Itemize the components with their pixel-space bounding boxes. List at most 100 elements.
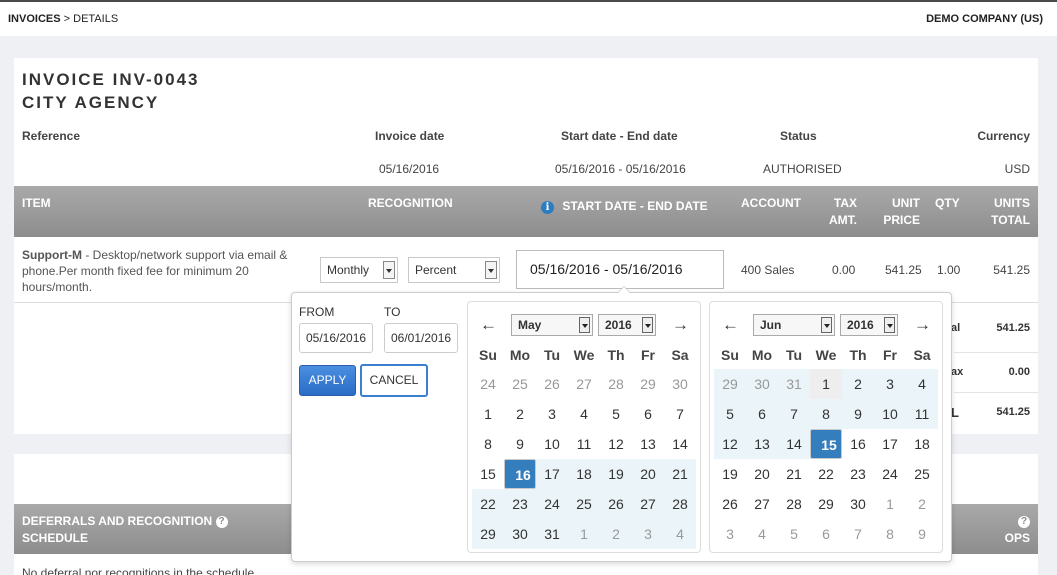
calendar-day[interactable]: 26 (536, 369, 568, 399)
calendar-day[interactable]: 22 (810, 459, 842, 489)
calendar-day[interactable]: 31 (536, 519, 568, 549)
calendar-day[interactable]: 10 (536, 429, 568, 459)
calendar-day[interactable]: 11 (568, 429, 600, 459)
calendar-day[interactable]: 9 (906, 519, 938, 549)
calendar-day[interactable]: 15 (810, 429, 842, 459)
calendar-day[interactable]: 27 (568, 369, 600, 399)
next-month-arrow-icon[interactable]: → (672, 314, 689, 336)
calendar-day[interactable]: 29 (472, 519, 504, 549)
calendar-day[interactable]: 28 (600, 369, 632, 399)
calendar-day[interactable]: 24 (536, 489, 568, 519)
calendar-day[interactable]: 25 (906, 459, 938, 489)
calendar-day[interactable]: 4 (568, 399, 600, 429)
to-date-input[interactable]: 06/01/2016 (384, 323, 458, 353)
calendar-day[interactable]: 13 (746, 429, 778, 459)
calendar-day[interactable]: 13 (632, 429, 664, 459)
daterange-input[interactable]: 05/16/2016 - 05/16/2016 (516, 250, 724, 289)
calendar-day[interactable]: 21 (664, 459, 696, 489)
calendar-day[interactable]: 4 (664, 519, 696, 549)
calendar-day[interactable]: 7 (778, 399, 810, 429)
calendar-day[interactable]: 12 (714, 429, 746, 459)
year-select-right[interactable]: 2016 (840, 314, 898, 336)
from-date-input[interactable]: 05/16/2016 (299, 323, 373, 353)
calendar-day[interactable]: 22 (472, 489, 504, 519)
next-month-arrow-icon[interactable]: → (914, 314, 931, 336)
calendar-day[interactable]: 20 (746, 459, 778, 489)
calendar-day[interactable]: 2 (600, 519, 632, 549)
year-select-left[interactable]: 2016 (598, 314, 656, 336)
calendar-day[interactable]: 29 (632, 369, 664, 399)
calendar-day[interactable]: 1 (568, 519, 600, 549)
calendar-day[interactable]: 8 (472, 429, 504, 459)
calendar-day[interactable]: 5 (714, 399, 746, 429)
calendar-day[interactable]: 30 (664, 369, 696, 399)
calendar-day[interactable]: 30 (842, 489, 874, 519)
calendar-day[interactable]: 17 (536, 459, 568, 489)
calendar-day[interactable]: 5 (778, 519, 810, 549)
calendar-day[interactable]: 27 (746, 489, 778, 519)
month-select-left[interactable]: May (511, 314, 593, 336)
calendar-day[interactable]: 11 (906, 399, 938, 429)
calendar-day[interactable]: 14 (664, 429, 696, 459)
calendar-day[interactable]: 6 (746, 399, 778, 429)
calendar-day[interactable]: 3 (874, 369, 906, 399)
calendar-day[interactable]: 30 (504, 519, 536, 549)
calendar-day[interactable]: 17 (874, 429, 906, 459)
calendar-day[interactable]: 5 (600, 399, 632, 429)
calendar-day[interactable]: 10 (874, 399, 906, 429)
calendar-day[interactable]: 15 (472, 459, 504, 489)
calendar-day[interactable]: 12 (600, 429, 632, 459)
calendar-day[interactable]: 29 (714, 369, 746, 399)
calendar-day[interactable]: 25 (504, 369, 536, 399)
calendar-day[interactable]: 23 (842, 459, 874, 489)
calendar-day[interactable]: 6 (632, 399, 664, 429)
calendar-day[interactable]: 8 (810, 399, 842, 429)
calendar-day[interactable]: 29 (810, 489, 842, 519)
prev-month-arrow-icon[interactable]: ← (722, 314, 739, 336)
calendar-day[interactable]: 23 (504, 489, 536, 519)
calendar-day[interactable]: 18 (568, 459, 600, 489)
calendar-day[interactable]: 8 (874, 519, 906, 549)
calendar-day[interactable]: 3 (632, 519, 664, 549)
calendar-day[interactable]: 16 (504, 459, 536, 489)
help-icon[interactable]: ? (215, 516, 228, 528)
calendar-day[interactable]: 1 (472, 399, 504, 429)
calendar-day[interactable]: 30 (746, 369, 778, 399)
calendar-day[interactable]: 4 (746, 519, 778, 549)
calendar-day[interactable]: 7 (842, 519, 874, 549)
calendar-day[interactable]: 2 (842, 369, 874, 399)
method-select[interactable]: Percent (408, 257, 500, 283)
company-name[interactable]: DEMO COMPANY (US) (926, 13, 1043, 25)
calendar-day[interactable]: 27 (632, 489, 664, 519)
calendar-day[interactable]: 2 (906, 489, 938, 519)
prev-month-arrow-icon[interactable]: ← (480, 314, 497, 336)
calendar-day[interactable]: 25 (568, 489, 600, 519)
calendar-day[interactable]: 20 (632, 459, 664, 489)
calendar-day[interactable]: 31 (778, 369, 810, 399)
calendar-day[interactable]: 4 (906, 369, 938, 399)
month-select-right[interactable]: Jun (753, 314, 835, 336)
calendar-day[interactable]: 28 (778, 489, 810, 519)
calendar-day[interactable]: 2 (504, 399, 536, 429)
calendar-day[interactable]: 21 (778, 459, 810, 489)
calendar-day[interactable]: 28 (664, 489, 696, 519)
info-icon[interactable]: i (541, 201, 554, 214)
help-icon[interactable]: ? (1018, 516, 1030, 528)
calendar-day[interactable]: 19 (714, 459, 746, 489)
calendar-day[interactable]: 26 (600, 489, 632, 519)
calendar-day[interactable]: 3 (536, 399, 568, 429)
apply-button[interactable]: APPLY (299, 365, 356, 396)
calendar-day[interactable]: 1 (810, 369, 842, 399)
calendar-day[interactable]: 26 (714, 489, 746, 519)
frequency-select[interactable]: Monthly (320, 257, 398, 283)
calendar-day[interactable]: 7 (664, 399, 696, 429)
calendar-day[interactable]: 24 (472, 369, 504, 399)
calendar-day[interactable]: 16 (842, 429, 874, 459)
calendar-day[interactable]: 1 (874, 489, 906, 519)
calendar-day[interactable]: 6 (810, 519, 842, 549)
calendar-day[interactable]: 3 (714, 519, 746, 549)
cancel-button[interactable]: CANCEL (360, 364, 428, 397)
calendar-day[interactable]: 9 (842, 399, 874, 429)
calendar-day[interactable]: 14 (778, 429, 810, 459)
calendar-day[interactable]: 19 (600, 459, 632, 489)
